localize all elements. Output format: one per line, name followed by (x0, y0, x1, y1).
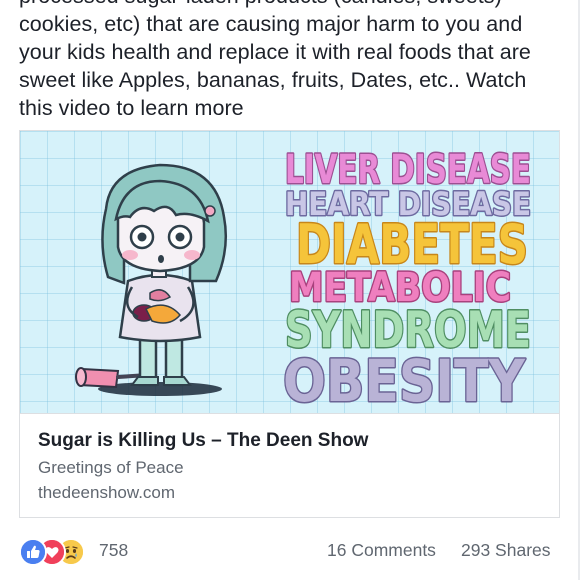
link-title[interactable]: Sugar is Killing Us – The Deen Show (38, 430, 368, 452)
post-text: processed sugar-laden products (candies,… (19, 0, 564, 122)
post-text-line: cookies, etc) that are causing major har… (19, 12, 523, 36)
reactions-bar: 758 16 Comments 293 Shares (19, 536, 564, 566)
reaction-count[interactable]: 758 (99, 540, 128, 561)
illustration-word: OBESITY (283, 347, 526, 413)
post-text-line: your kids health and replace it with rea… (19, 40, 531, 64)
comments-count[interactable]: 16 Comments (327, 540, 436, 561)
post-text-line: processed sugar-laden products (candies,… (19, 0, 564, 10)
link-domain: thedeenshow.com (38, 483, 176, 502)
link-description: Greetings of Peace (38, 458, 184, 477)
link-preview-meta[interactable]: Sugar is Killing Us – The Deen Show Gree… (20, 413, 559, 517)
post-text-line: sweet like Apples, bananas, fruits, Date… (19, 68, 527, 92)
like-icon (19, 538, 47, 566)
shares-count[interactable]: 293 Shares (461, 540, 551, 561)
link-preview-image[interactable]: LIVER DISEASE HEART DISEASE DIABETES MET… (20, 131, 559, 413)
link-preview-card[interactable]: LIVER DISEASE HEART DISEASE DIABETES MET… (19, 130, 560, 518)
reaction-icons[interactable] (19, 538, 99, 566)
post-text-line: this video to learn more (19, 96, 244, 120)
facebook-post: processed sugar-laden products (candies,… (0, 0, 580, 580)
disease-words-illustration: LIVER DISEASE HEART DISEASE DIABETES MET… (282, 146, 533, 414)
